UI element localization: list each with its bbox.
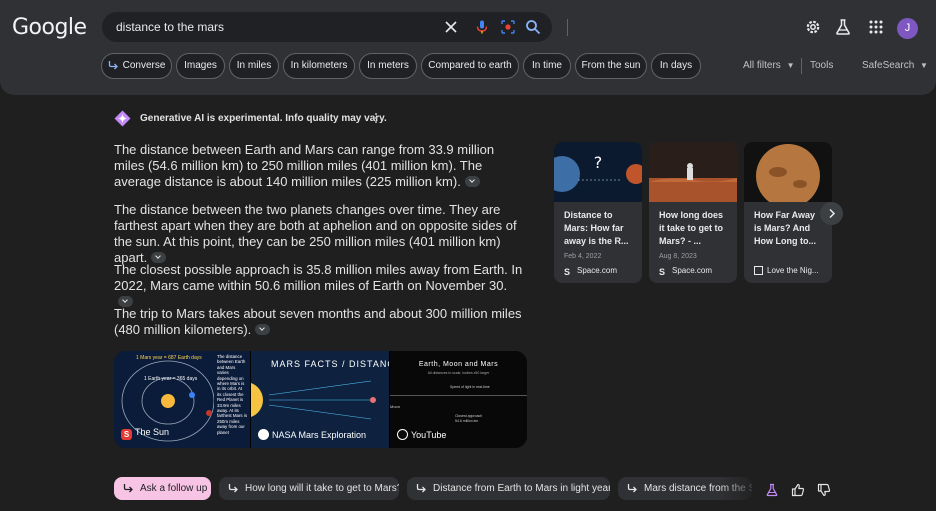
cards-next-button[interactable] — [820, 202, 843, 225]
search-header: Google distance to the mars J Converse I… — [0, 0, 936, 95]
tools-button[interactable]: Tools — [810, 60, 833, 71]
scale-subtitle: All distances to scale, bodies x50 large… — [427, 371, 490, 375]
ai-paragraph: The closest possible approach is 35.8 mi… — [114, 262, 526, 310]
thumbs-up-icon[interactable] — [791, 483, 805, 497]
mars-distance-graphic — [251, 380, 376, 420]
converse-arrow-icon — [108, 61, 118, 70]
chip-in-days[interactable]: In days — [651, 53, 701, 79]
follow-up-fade — [720, 474, 760, 504]
chip-in-time[interactable]: In time — [523, 53, 571, 79]
closest-approach-label: Closest approach — [455, 414, 483, 418]
distance-description: The distance between Earth and Mars vari… — [214, 351, 250, 448]
search-icon[interactable] — [525, 19, 541, 35]
ai-paragraph: The trip to Mars takes about seven month… — [114, 306, 522, 337]
source-card[interactable]: How long does it take to get to Mars? - … — [649, 142, 737, 283]
all-filters-button[interactable]: All filters ▼ — [743, 60, 795, 71]
lens-icon[interactable] — [500, 19, 516, 35]
ai-image-strip: 1 Mars year = 687 Earth days 1 Earth yea… — [114, 351, 527, 448]
image-thumb-the-sun[interactable]: 1 Mars year = 687 Earth days 1 Earth yea… — [114, 351, 250, 448]
google-logo[interactable]: Google — [12, 15, 87, 40]
settings-gear-icon[interactable] — [804, 18, 822, 36]
chip-converse[interactable]: Converse — [101, 53, 172, 79]
safesearch-button[interactable]: SafeSearch ▼ — [862, 60, 928, 71]
ai-disclaimer: Generative AI is experimental. Info qual… — [140, 113, 387, 124]
the-sun-favicon: S — [121, 429, 132, 440]
follow-up-arrow-icon — [627, 484, 637, 493]
labs-flask-icon[interactable] — [834, 18, 852, 36]
card-date: Feb 4, 2022 — [564, 253, 602, 260]
chip-images[interactable]: Images — [176, 53, 225, 79]
search-divider — [567, 19, 568, 36]
follow-up-arrow-icon — [228, 484, 238, 493]
microphone-icon[interactable] — [474, 19, 490, 35]
image-source: S The Sun — [121, 427, 169, 440]
scale-line — [390, 395, 527, 396]
chip-from-the-sun[interactable]: From the sun — [575, 53, 647, 79]
card-image-astronaut — [649, 142, 737, 202]
image-thumb-youtube[interactable]: Earth, Moon and Mars All distances to sc… — [390, 351, 527, 448]
image-source: YouTube — [397, 429, 446, 440]
card-source: S Space.com — [564, 266, 618, 277]
space-com-favicon: S — [564, 267, 571, 277]
chip-in-meters[interactable]: In meters — [359, 53, 417, 79]
mars-year-label: 1 Mars year = 687 Earth days — [136, 355, 202, 361]
card-title: How Far Away is Mars? And How Long to... — [754, 210, 816, 246]
svg-text:?: ? — [594, 153, 603, 172]
apps-grid-icon[interactable] — [867, 18, 885, 36]
ai-paragraph: The distance between the two planets cha… — [114, 202, 517, 265]
moon-label: Moon — [390, 404, 401, 409]
earth-moon-mars-title: Earth, Moon and Mars — [418, 361, 499, 368]
chip-in-miles[interactable]: In miles — [229, 53, 279, 79]
follow-up-arrow-icon — [416, 484, 426, 493]
chevron-down-icon: ▼ — [920, 61, 928, 70]
chevron-down-icon: ▼ — [786, 61, 795, 70]
labs-flask-icon[interactable] — [765, 483, 779, 497]
chevron-right-icon — [829, 208, 836, 219]
search-input[interactable]: distance to the mars — [116, 20, 224, 34]
chip-compared-to-earth[interactable]: Compared to earth — [421, 53, 519, 79]
earth-year-label: 1 Earth year = 365 days — [144, 376, 198, 382]
ai-paragraph: The distance between Earth and Mars can … — [114, 142, 495, 189]
mars-facts-title: MARS FACTS / DISTANCE — [271, 359, 389, 369]
card-title: How long does it take to get to Mars? - … — [659, 210, 724, 246]
follow-up-suggestion[interactable]: How long will it take to get to Mars? — [219, 477, 399, 500]
card-date: Aug 8, 2023 — [659, 253, 697, 260]
thumbs-down-icon[interactable] — [817, 483, 831, 497]
follow-up-arrow-icon — [123, 484, 133, 493]
youtube-globe-icon — [397, 429, 408, 440]
card-source: S Space.com — [659, 266, 713, 277]
card-image-planets: ? — [554, 142, 642, 202]
source-card[interactable]: How Far Away is Mars? And How Long to...… — [744, 142, 832, 283]
card-title: Distance to Mars: How far away is the R.… — [564, 210, 629, 246]
love-the-night-favicon — [754, 266, 763, 275]
expand-chevron-icon[interactable] — [464, 176, 480, 187]
gemini-sparkle-icon — [114, 110, 131, 127]
card-image-mars — [744, 142, 832, 202]
account-avatar[interactable]: J — [897, 18, 918, 39]
closest-approach-value: 54.6 million km — [455, 419, 479, 423]
source-card[interactable]: ? Distance to Mars: How far away is the … — [554, 142, 642, 283]
search-box[interactable]: distance to the mars — [102, 12, 568, 42]
card-source: Love the Nig... — [754, 266, 819, 275]
image-thumb-nasa[interactable]: MARS FACTS / DISTANCE NASA Mars Explorat… — [251, 351, 389, 448]
chip-in-kilometers[interactable]: In kilometers — [283, 53, 355, 79]
tools-divider — [801, 58, 802, 74]
expand-chevron-icon[interactable] — [255, 324, 271, 335]
ask-follow-up-button[interactable]: Ask a follow up — [114, 477, 211, 500]
nasa-favicon — [258, 429, 269, 440]
more-options-icon[interactable] — [371, 112, 381, 124]
speed-note: Speed of light in real-time — [450, 385, 490, 389]
image-source: NASA Mars Exploration — [258, 429, 366, 440]
space-com-favicon: S — [659, 267, 666, 277]
follow-up-suggestion[interactable]: Distance from Earth to Mars in light yea… — [407, 477, 610, 500]
clear-icon[interactable] — [443, 19, 459, 35]
